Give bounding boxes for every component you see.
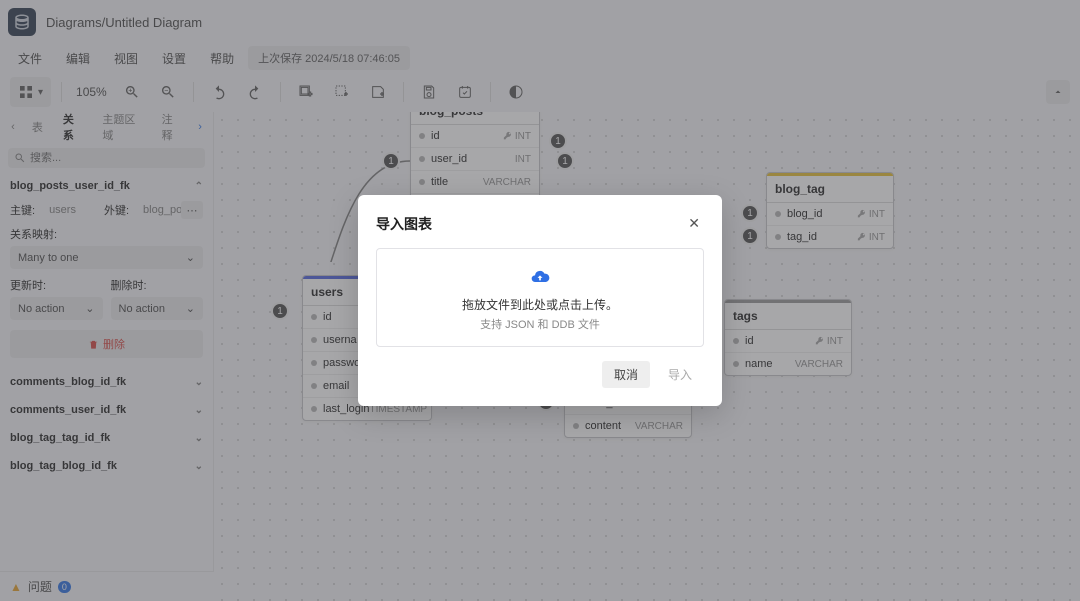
modal-title: 导入图表 [376, 214, 432, 234]
cancel-button[interactable]: 取消 [602, 361, 650, 388]
modal-overlay: 导入图表 ✕ 拖放文件到此处或点击上传。 支持 JSON 和 DDB 文件 取消… [0, 0, 1080, 601]
file-dropzone[interactable]: 拖放文件到此处或点击上传。 支持 JSON 和 DDB 文件 [376, 248, 704, 347]
import-button[interactable]: 导入 [656, 361, 704, 388]
upload-icon [387, 267, 693, 290]
import-modal: 导入图表 ✕ 拖放文件到此处或点击上传。 支持 JSON 和 DDB 文件 取消… [358, 195, 722, 406]
close-icon[interactable]: ✕ [684, 213, 704, 234]
